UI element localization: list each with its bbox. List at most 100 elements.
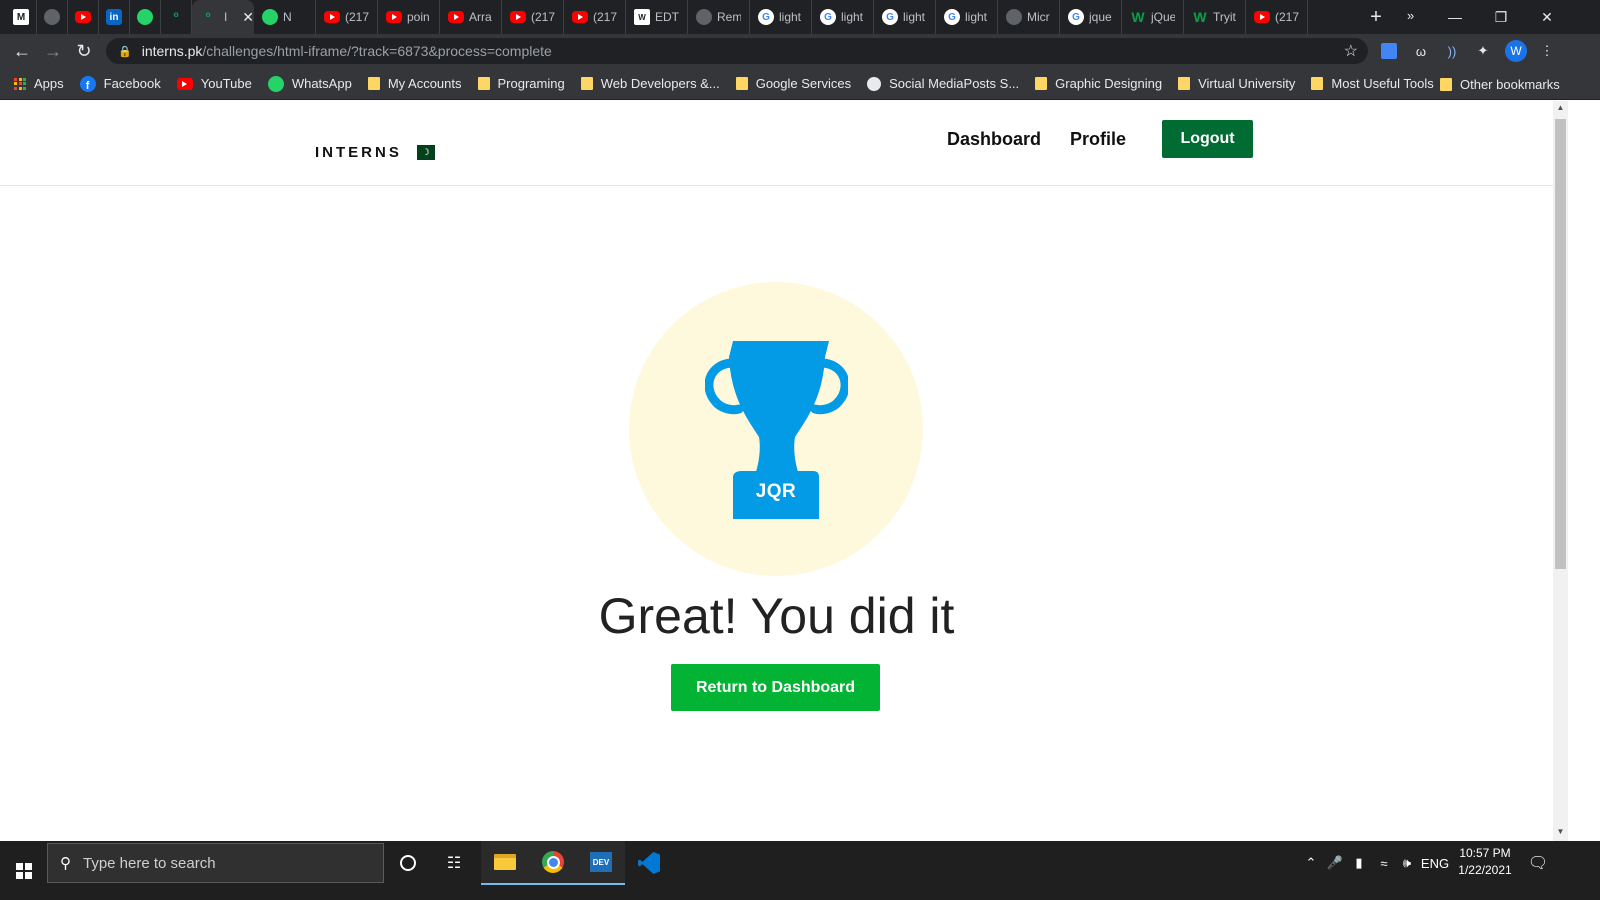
bookmark-item[interactable]: Most Useful Tools <box>1311 76 1434 91</box>
notification-icon: 🗨 <box>1527 855 1549 872</box>
bookmark-star-icon[interactable]: ☆ <box>1344 41 1358 61</box>
browser-tab[interactable]: poin <box>378 0 440 34</box>
tab-title: light <box>779 10 802 24</box>
task-view-button[interactable]: ☷ <box>430 841 478 885</box>
browser-tab[interactable]: Glight <box>812 0 874 34</box>
browser-tab[interactable]: Arra <box>440 0 502 34</box>
start-button[interactable] <box>0 841 47 900</box>
bookmark-item[interactable]: YouTube <box>176 76 252 91</box>
menu-kebab-icon[interactable]: ⋮ <box>1536 40 1558 62</box>
browser-tab[interactable]: (217 <box>316 0 378 34</box>
taskbar-search-box[interactable]: ⚲ Type here to search <box>47 843 384 883</box>
tab-title: light <box>903 10 926 24</box>
browser-tab[interactable]: W EDT <box>626 0 688 34</box>
browser-tab[interactable] <box>68 0 99 34</box>
bookmark-item[interactable]: Virtual University <box>1178 76 1295 91</box>
back-button[interactable]: ← <box>8 37 36 65</box>
return-to-dashboard-button[interactable]: Return to Dashboard <box>671 664 880 711</box>
youtube-icon <box>1254 11 1270 23</box>
microphone-icon[interactable]: 🎤 <box>1325 841 1345 885</box>
site-logo[interactable]: INTERNS ☽ <box>315 144 435 161</box>
minimize-button[interactable]: — <box>1432 0 1478 34</box>
other-bookmarks-folder[interactable]: Other bookmarks <box>1440 68 1560 100</box>
bookmark-item[interactable]: WhatsApp <box>267 75 352 92</box>
folder-icon <box>1311 77 1324 90</box>
scroll-up-arrow-icon[interactable]: ▲ <box>1556 103 1565 112</box>
wifi-icon[interactable]: ≈ <box>1373 841 1395 885</box>
browser-tab[interactable]: in <box>99 0 130 34</box>
linkedin-icon: in <box>106 9 122 25</box>
browser-tab[interactable]: (217 <box>502 0 564 34</box>
nav-profile-link[interactable]: Profile <box>1070 120 1126 158</box>
profile-avatar[interactable]: W <box>1505 40 1527 62</box>
close-tab-icon[interactable]: ✕ <box>242 9 254 26</box>
browser-tab[interactable]: W Tryit <box>1184 0 1246 34</box>
browser-tab[interactable]: WjQue <box>1122 0 1184 34</box>
browser-tab[interactable]: N <box>254 0 316 34</box>
bookmark-item[interactable]: Social MediaPosts S... <box>867 76 1019 91</box>
clock-date: 1/22/2021 <box>1458 863 1512 877</box>
language-indicator[interactable]: ENG <box>1420 841 1450 885</box>
scroll-down-arrow-icon[interactable]: ▼ <box>1556 827 1565 836</box>
bookmark-item[interactable]: Programing <box>477 76 565 91</box>
new-tab-button[interactable]: + <box>1363 4 1389 30</box>
nav-dashboard-link[interactable]: Dashboard <box>947 120 1041 158</box>
browser-tab-strip: Min º º I ✕ N (217 poin Arra (217 (217 W EDT Rem Gligh… <box>0 0 1600 34</box>
google-icon: G <box>882 9 898 25</box>
whatsapp-icon <box>267 75 284 92</box>
page-scrollbar[interactable]: ▲ ▼ <box>1553 101 1568 841</box>
browser-tab[interactable]: º <box>161 0 192 34</box>
forward-button[interactable]: → <box>39 37 67 65</box>
taskbar-clock[interactable]: 10:57 PM 1/22/2021 <box>1455 845 1515 879</box>
battery-icon[interactable]: ▮ <box>1348 841 1370 885</box>
close-window-button[interactable]: ✕ <box>1524 0 1570 34</box>
folder-icon <box>494 854 516 870</box>
extension-icon[interactable]: ω <box>1410 40 1432 62</box>
bookmark-item[interactable]: f Facebook <box>79 75 161 92</box>
logout-button[interactable]: Logout <box>1162 120 1254 158</box>
cortana-button[interactable] <box>384 841 432 885</box>
browser-tab[interactable]: Glight <box>750 0 812 34</box>
bookmark-item[interactable]: Apps <box>14 76 64 91</box>
bookmark-item[interactable]: My Accounts <box>367 76 462 91</box>
audio-extension-icon[interactable]: )) <box>1441 40 1463 62</box>
vscode-taskbar-button[interactable] <box>625 841 673 885</box>
bookmark-item[interactable]: Google Services <box>735 76 851 91</box>
bookmark-item[interactable]: Graphic Designing <box>1035 76 1162 91</box>
google-icon: G <box>820 9 836 25</box>
gray-circle-icon <box>44 9 60 25</box>
restore-button[interactable]: ❐ <box>1478 0 1524 34</box>
browser-tab[interactable]: º I ✕ <box>192 0 254 34</box>
bookmark-label: YouTube <box>200 76 252 91</box>
show-hidden-icons-button[interactable]: ⌃ <box>1300 841 1322 885</box>
file-explorer-button[interactable] <box>481 841 529 885</box>
address-bar[interactable]: 🔒 interns.pk /challenges/html-iframe/?tr… <box>106 38 1368 64</box>
action-center-button[interactable]: 🗨 <box>1523 841 1553 885</box>
folder-icon <box>1035 77 1048 90</box>
bookmarks-overflow-button[interactable]: » <box>1407 8 1414 23</box>
browser-tab[interactable]: Rem <box>688 0 750 34</box>
puzzle-extensions-icon[interactable]: ✦ <box>1472 40 1494 62</box>
translate-extension-icon[interactable] <box>1378 40 1400 62</box>
bookmarks-bar: Apps f Facebook YouTube WhatsApp My Accounts P… <box>0 68 1600 100</box>
volume-icon[interactable]: 🕪 <box>1396 841 1418 885</box>
bookmark-item[interactable]: Web Developers &... <box>580 76 720 91</box>
bookmark-label: Graphic Designing <box>1055 76 1163 91</box>
browser-tab[interactable]: Glight <box>874 0 936 34</box>
browser-tab[interactable]: (217 <box>564 0 626 34</box>
reload-button[interactable]: ↻ <box>70 37 98 65</box>
browser-tab[interactable] <box>37 0 68 34</box>
chrome-taskbar-button[interactable] <box>529 841 577 885</box>
youtube-icon <box>572 11 588 23</box>
other-bookmarks-label: Other bookmarks <box>1460 76 1560 92</box>
browser-tab[interactable]: M <box>6 0 37 34</box>
browser-tab[interactable]: (217 <box>1246 0 1308 34</box>
bookmark-label: Social MediaPosts S... <box>889 76 1020 91</box>
devc-taskbar-button[interactable]: DEV <box>577 841 625 885</box>
browser-tab[interactable]: Glight <box>936 0 998 34</box>
browser-tab[interactable] <box>130 0 161 34</box>
scroll-thumb[interactable] <box>1555 119 1566 569</box>
browser-tab[interactable]: Gjque <box>1060 0 1122 34</box>
task-view-icon: ☷ <box>446 855 462 872</box>
browser-tab[interactable]: Micr <box>998 0 1060 34</box>
